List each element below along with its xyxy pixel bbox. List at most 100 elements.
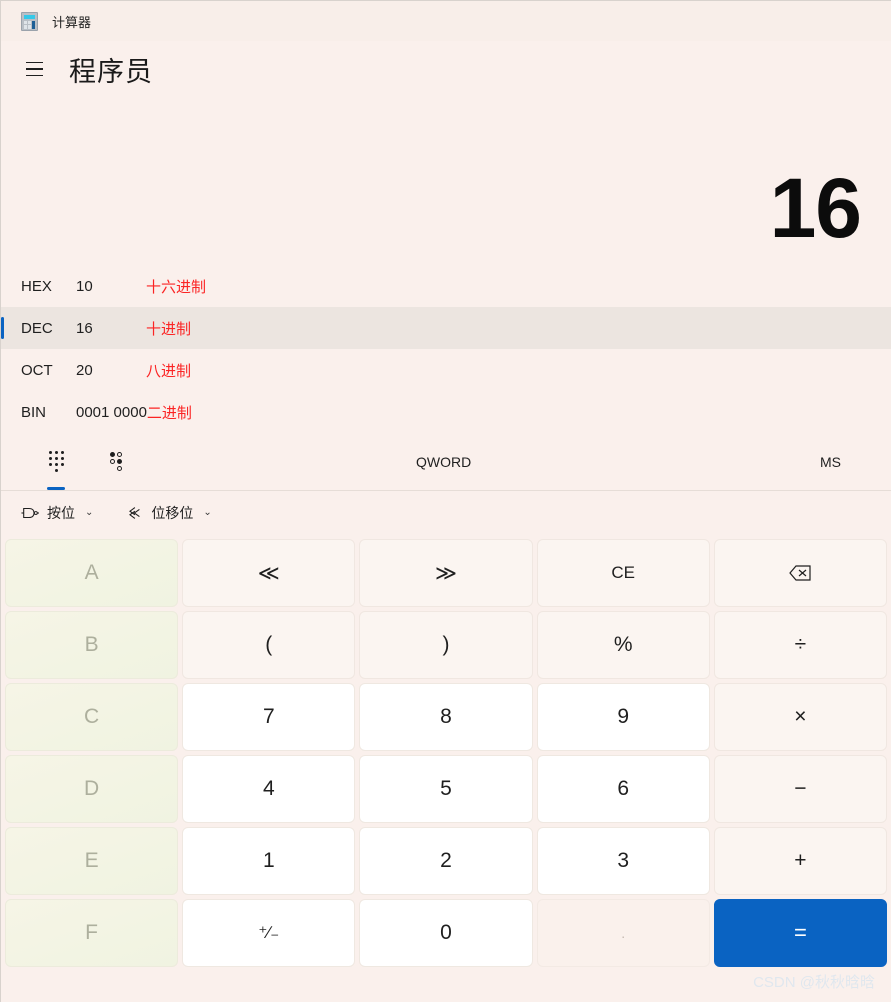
key-label: ≪ [257, 561, 280, 585]
word-size-selector[interactable]: QWORD [416, 454, 471, 470]
key-label: 0 [440, 921, 452, 944]
calculator-window: 计算器 程序员 16 HEX 10 十六进制 DEC 16 十进制 OCT 20… [0, 0, 891, 1002]
key-label: ⁺∕₋ [258, 923, 280, 942]
radix-row-oct[interactable]: OCT 20 八进制 [1, 349, 891, 391]
key-paren-open[interactable]: ( [182, 611, 356, 679]
key-label: ) [442, 633, 450, 656]
key-label: 4 [262, 777, 275, 800]
key-2[interactable]: 2 [359, 827, 533, 895]
key-decimal[interactable]: . [536, 899, 710, 967]
key-clear-entry[interactable]: CE [536, 539, 710, 607]
key-label: 1 [262, 849, 275, 872]
key-shift-left[interactable]: ≪ [182, 539, 356, 607]
function-row: 按位 ⌄ 位移位 ⌄ [1, 491, 891, 535]
key-label: 2 [440, 849, 452, 872]
key-hex-c[interactable]: C [5, 683, 179, 751]
radix-abbr: BIN [21, 403, 47, 421]
key-label: 5 [440, 777, 452, 800]
key-label: 6 [617, 777, 630, 800]
key-label: CE [611, 563, 635, 582]
radix-annotation: 十六进制 [146, 278, 207, 296]
key-add[interactable]: + [713, 827, 887, 895]
key-8[interactable]: 8 [359, 683, 533, 751]
key-hex-e[interactable]: E [5, 827, 179, 895]
key-label: 7 [262, 705, 275, 728]
key-label: D [84, 777, 100, 800]
radix-abbr: OCT [21, 361, 53, 379]
radix-annotation: 二进制 [146, 404, 192, 422]
chevron-down-icon: ⌄ [203, 507, 212, 518]
bitshift-label: 位移位 [151, 505, 194, 521]
logic-gate-icon [21, 507, 39, 519]
key-equals[interactable]: = [713, 899, 887, 967]
radix-annotation: 十进制 [146, 320, 192, 338]
key-multiply[interactable]: × [713, 683, 887, 751]
key-label: F [85, 921, 98, 944]
key-label: × [794, 705, 807, 728]
key-label: B [84, 633, 99, 656]
key-hex-a[interactable]: A [5, 539, 179, 607]
radix-abbr: HEX [21, 277, 52, 295]
key-9[interactable]: 9 [536, 683, 710, 751]
hamburger-menu-icon[interactable] [19, 54, 49, 84]
mode-header: 程序员 [1, 41, 891, 97]
key-backspace[interactable] [713, 539, 887, 607]
key-1[interactable]: 1 [182, 827, 356, 895]
key-label: 9 [617, 705, 630, 728]
radix-row-hex[interactable]: HEX 10 十六进制 [1, 265, 891, 307]
keypad-grid: A ≪ ≫ CE B ( ) % ÷ C 7 8 9 × D 4 5 6 − E… [1, 535, 891, 973]
key-label: ≫ [435, 561, 457, 585]
tab-bit-toggle[interactable] [86, 439, 146, 485]
key-shift-right[interactable]: ≫ [359, 539, 533, 607]
key-hex-d[interactable]: D [5, 755, 179, 823]
key-sign-toggle[interactable]: ⁺∕₋ [182, 899, 356, 967]
keypad-toolbar: QWORD MS [1, 433, 891, 491]
key-0[interactable]: 0 [359, 899, 533, 967]
key-label: % [613, 633, 633, 656]
key-label: C [84, 705, 100, 728]
radix-row-dec[interactable]: DEC 16 十进制 [1, 307, 891, 349]
radix-value: 10 [76, 277, 93, 295]
key-hex-f[interactable]: F [5, 899, 179, 967]
key-hex-b[interactable]: B [5, 611, 179, 679]
key-label: . [621, 925, 626, 941]
key-label: E [84, 849, 99, 872]
radix-value: 0001 0000 [76, 403, 147, 421]
display-area: 16 [1, 97, 891, 257]
key-label: + [794, 849, 807, 872]
key-subtract[interactable]: − [713, 755, 887, 823]
key-6[interactable]: 6 [536, 755, 710, 823]
key-label: ( [265, 633, 273, 656]
chevron-down-icon: ⌄ [85, 507, 94, 518]
keypad-icon [48, 451, 64, 472]
key-label: 8 [440, 705, 452, 728]
radix-row-bin[interactable]: BIN 0001 0000 二进制 [1, 391, 891, 433]
key-4[interactable]: 4 [182, 755, 356, 823]
key-5[interactable]: 5 [359, 755, 533, 823]
bitshift-dropdown[interactable]: 位移位 ⌄ [121, 499, 215, 527]
watermark: CSDN @秋秋晗晗 [753, 974, 875, 991]
memory-store-button[interactable]: MS [820, 454, 841, 470]
radix-value: 20 [76, 361, 93, 379]
key-paren-close[interactable]: ) [359, 611, 533, 679]
title-bar: 计算器 [1, 1, 891, 41]
page-title: 程序员 [69, 56, 153, 87]
key-3[interactable]: 3 [536, 827, 710, 895]
display-value: 16 [769, 161, 862, 256]
key-label: ÷ [794, 633, 807, 656]
key-7[interactable]: 7 [182, 683, 356, 751]
key-percent[interactable]: % [536, 611, 710, 679]
window-title: 计算器 [52, 14, 92, 30]
radix-value: 16 [76, 319, 93, 337]
tab-keypad[interactable] [26, 439, 86, 485]
bitwise-dropdown[interactable]: 按位 ⌄ [17, 499, 97, 527]
bit-toggle-icon [109, 451, 123, 472]
radix-annotation: 八进制 [146, 362, 192, 380]
calculator-icon [21, 11, 38, 31]
backspace-icon [789, 565, 811, 581]
key-divide[interactable]: ÷ [713, 611, 887, 679]
radix-list: HEX 10 十六进制 DEC 16 十进制 OCT 20 八进制 BIN 00… [1, 257, 891, 433]
key-label: − [794, 777, 807, 800]
key-label: 3 [617, 849, 630, 872]
radix-abbr: DEC [21, 319, 53, 337]
